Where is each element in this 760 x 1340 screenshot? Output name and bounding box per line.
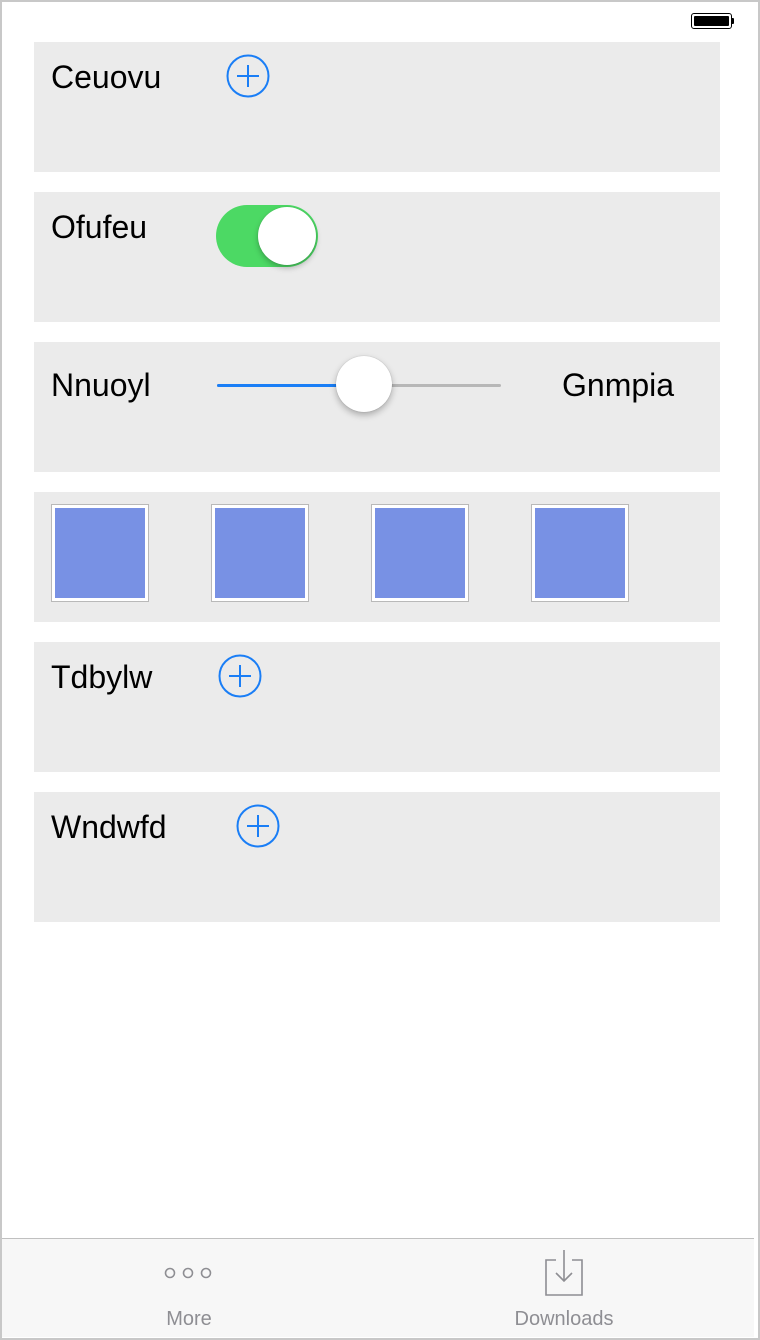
- row-tdbylw: Tdbylw: [34, 642, 720, 772]
- toggle-knob: [258, 207, 316, 265]
- add-button[interactable]: [236, 804, 280, 848]
- add-button[interactable]: [226, 54, 270, 98]
- row-label: Ofufeu: [51, 209, 148, 245]
- color-swatch[interactable]: [211, 504, 309, 602]
- color-swatch[interactable]: [371, 504, 469, 602]
- more-dots-icon: [164, 1267, 212, 1279]
- row-label: Tdbylw: [51, 659, 153, 695]
- row-swatches: [34, 492, 720, 622]
- color-swatch[interactable]: [531, 504, 629, 602]
- row-ofufeu: Ofufeu: [34, 192, 720, 322]
- row-ceuovu: Ceuovu: [34, 42, 720, 172]
- plus-circle-icon: [218, 654, 262, 698]
- battery-icon: [691, 13, 734, 29]
- add-button[interactable]: [218, 654, 262, 698]
- tab-downloads[interactable]: Downloads: [464, 1239, 664, 1337]
- plus-circle-icon: [226, 54, 270, 98]
- row-wndwfd: Wndwfd: [34, 792, 720, 922]
- slider-thumb[interactable]: [336, 356, 392, 412]
- row-label: Ceuovu: [51, 59, 162, 95]
- row-nnuoyl: Nnuoyl Gnmpia: [34, 342, 720, 472]
- download-tray-icon: [545, 1250, 583, 1296]
- slider[interactable]: [217, 356, 501, 414]
- plus-circle-icon: [236, 804, 280, 848]
- tab-label: Downloads: [514, 1308, 614, 1330]
- tab-more[interactable]: More: [89, 1239, 289, 1337]
- row-label: Wndwfd: [51, 809, 167, 845]
- tab-bar: More Downloads: [2, 1238, 754, 1337]
- row-label: Nnuoyl: [51, 367, 151, 403]
- color-swatch[interactable]: [51, 504, 149, 602]
- tab-label: More: [166, 1308, 212, 1330]
- slider-end-label: Gnmpia: [562, 367, 675, 403]
- toggle-switch[interactable]: [216, 205, 318, 267]
